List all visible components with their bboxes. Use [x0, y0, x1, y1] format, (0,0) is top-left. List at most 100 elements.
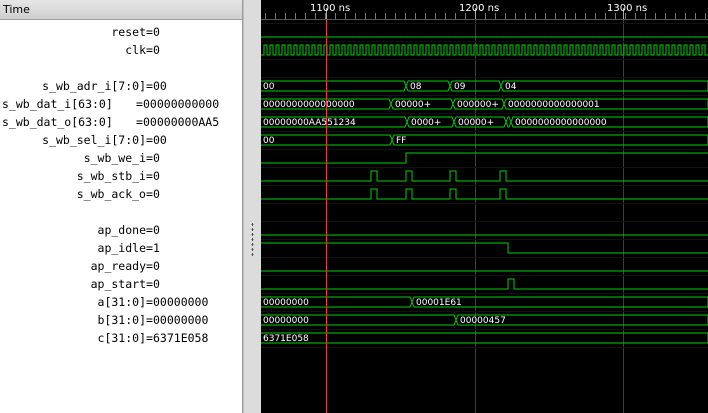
timeline-tick-label: 1300 ns [607, 3, 647, 14]
signal-value: 0 [153, 169, 160, 183]
dat-i-bus-value-label: 0000000000000000 [263, 100, 355, 110]
signal-equals: = [136, 97, 143, 111]
dat-i-bus-value-label: 0000000000000001 [508, 100, 600, 110]
signal-equals: = [146, 43, 153, 57]
signal-name: s_wb_we_i [83, 151, 146, 165]
signal-value: 00000000AA5 [143, 115, 220, 129]
splitter-grip-icon[interactable] [251, 222, 254, 256]
signal-value: 0 [153, 25, 160, 39]
sel-bus-value-label: FF [396, 136, 406, 146]
timeline-tick-label: 1200 ns [459, 3, 499, 14]
signal-equals: = [146, 133, 153, 147]
signal-name: s_wb_sel_i[7:0] [42, 133, 146, 147]
signal-row[interactable]: s_wb_stb_i = 0 [0, 167, 242, 185]
signal-row[interactable]: reset = 0 [0, 23, 242, 41]
signal-row[interactable]: ap_start = 0 [0, 275, 242, 293]
sel-bus-value-label: 00 [263, 136, 275, 146]
signal-value: 00 [153, 133, 167, 147]
signal-equals: = [146, 277, 153, 291]
signal-name: ap_idle [97, 241, 146, 255]
signal-value: 00 [153, 79, 167, 93]
ack-wave [261, 188, 708, 200]
time-column-header[interactable]: Time [0, 0, 242, 20]
adr-bus-value-label: 04 [505, 82, 517, 92]
signal-spacer-row [0, 203, 242, 221]
signal-equals: = [136, 115, 143, 129]
signal-value: 6371E058 [153, 331, 209, 345]
we-wave [261, 152, 708, 164]
dat-i-bus-value-label: 000000+ [457, 100, 499, 110]
adr-bus-value-label: 00 [263, 82, 275, 92]
signal-row[interactable]: s_wb_dat_i[63:0] = 00000000000 [0, 95, 242, 113]
signal-name: a[31:0] [97, 295, 146, 309]
sel-bus-segment [391, 134, 708, 146]
c-bus-segment [261, 332, 708, 344]
a-bus-value-label: 00001E61 [416, 298, 462, 308]
signal-name: clk [125, 43, 146, 57]
signal-value: 00000000000 [143, 97, 220, 111]
signal-row[interactable]: ap_done = 0 [0, 221, 242, 239]
signal-row[interactable]: s_wb_dat_o[63:0] = 00000000AA5 [0, 113, 242, 131]
signal-equals: = [146, 223, 153, 237]
signal-name: ap_start [90, 277, 146, 291]
b-bus-value-label: 00000000 [263, 316, 309, 326]
dat-o-bus-value-label: 00000000AA551234 [263, 118, 356, 128]
signal-row[interactable]: s_wb_adr_i[7:0] = 00 [0, 77, 242, 95]
dat-i-bus-value-label: 00000+ [395, 100, 431, 110]
signal-equals: = [146, 25, 153, 39]
time-header-label: Time [3, 3, 30, 16]
dat-o-bus-segment [505, 116, 512, 128]
signal-row[interactable]: a[31:0] = 00000000 [0, 293, 242, 311]
signal-value: 00000000 [153, 295, 209, 309]
adr-bus-value-label: 09 [454, 82, 466, 92]
signal-row[interactable]: clk = 0 [0, 41, 242, 59]
signal-equals: = [146, 151, 153, 165]
signal-row[interactable]: ap_ready = 0 [0, 257, 242, 275]
adr-bus-segment [261, 80, 407, 92]
signal-name: ap_ready [90, 259, 146, 273]
signal-equals: = [146, 295, 153, 309]
signal-value: 0 [153, 259, 160, 273]
c-bus-value-label: 6371E058 [263, 334, 309, 344]
dat-o-bus-value-label: 0000+ [411, 118, 441, 128]
clk-wave [261, 44, 708, 56]
signal-equals: = [146, 313, 153, 327]
signal-row[interactable]: ap_idle = 1 [0, 239, 242, 257]
signal-value: 0 [153, 187, 160, 201]
timeline-tick-label: 1100 ns [310, 3, 350, 14]
dat-o-bus-value-label: 0000000000000000 [515, 118, 607, 128]
signal-name: ap_done [97, 223, 146, 237]
signal-name: reset [111, 25, 146, 39]
stb-wave [261, 170, 708, 182]
signal-equals: = [146, 169, 153, 183]
signal-name-pane: Time reset = 0 clk = 0 s_wb_adr_i[7:0] = 00 s_wb_… [0, 0, 243, 413]
signal-row[interactable]: s_wb_sel_i[7:0] = 00 [0, 131, 242, 149]
signal-row[interactable]: s_wb_ack_o = 0 [0, 185, 242, 203]
waveform-pane[interactable]: 1100 ns 1200 ns 1300 ns 00 08 09 04 00000000000… [261, 0, 708, 413]
signal-equals: = [146, 259, 153, 273]
adr-bus-segment [500, 80, 708, 92]
signal-name: b[31:0] [97, 313, 146, 327]
signal-value: 0 [153, 43, 160, 57]
ap-idle-wave [261, 242, 708, 254]
signal-value: 0 [153, 223, 160, 237]
signal-name: s_wb_dat_o[63:0] [2, 115, 113, 129]
pane-splitter[interactable] [243, 0, 261, 413]
signal-equals: = [146, 187, 153, 201]
signal-name: s_wb_ack_o [76, 187, 146, 201]
waveform-canvas[interactable]: 1100 ns 1200 ns 1300 ns00 08 09 0400000000000… [261, 0, 708, 413]
signal-row[interactable]: s_wb_we_i = 0 [0, 149, 242, 167]
a-bus-value-label: 00000000 [263, 298, 309, 308]
signal-equals: = [146, 331, 153, 345]
signal-value: 00000000 [153, 313, 209, 327]
signal-value: 0 [153, 277, 160, 291]
signal-spacer-row [0, 59, 242, 77]
signal-value: 0 [153, 151, 160, 165]
adr-bus-value-label: 08 [410, 82, 422, 92]
signal-name: c[31:0] [97, 331, 146, 345]
signal-row[interactable]: c[31:0] = 6371E058 [0, 329, 242, 347]
dat-o-bus-value-label: 00000+ [458, 118, 494, 128]
signal-row[interactable]: b[31:0] = 00000000 [0, 311, 242, 329]
b-bus-value-label: 00000457 [460, 316, 506, 326]
signal-name: s_wb_stb_i [76, 169, 146, 183]
